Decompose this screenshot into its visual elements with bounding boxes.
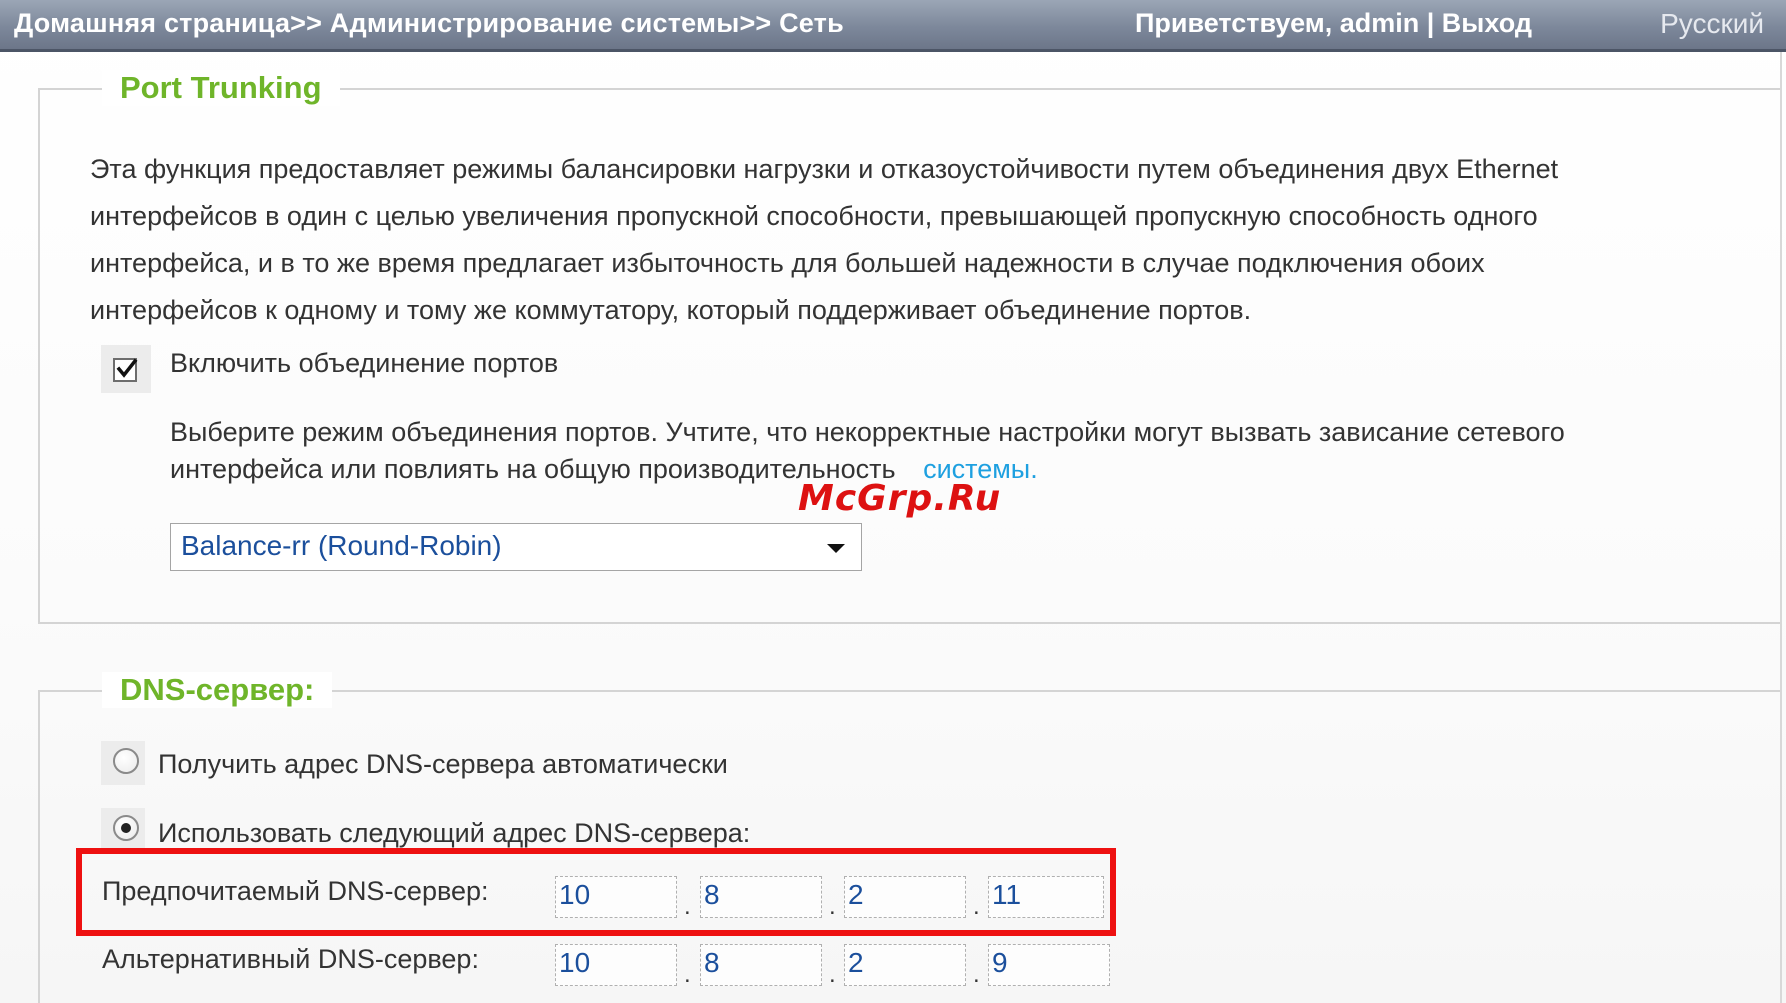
top-bar: Домашняя страница>> Администрирование си… bbox=[0, 0, 1786, 52]
preferred-dns-octet-4[interactable]: 11 bbox=[988, 876, 1104, 918]
alternate-dns-octet-2[interactable]: 8 bbox=[700, 944, 822, 986]
dns-server-title: DNS-сервер: bbox=[102, 672, 333, 708]
port-trunking-title: Port Trunking bbox=[102, 70, 340, 106]
preferred-dns-octet-1[interactable]: 10 bbox=[555, 876, 677, 918]
port-trunking-description-line-4: интерфейсов к одному и тому же коммутато… bbox=[90, 295, 1252, 325]
alternate-dns-octet-4[interactable]: 9 bbox=[988, 944, 1110, 986]
ip-separator: . bbox=[973, 893, 980, 920]
ip-separator: . bbox=[973, 961, 980, 988]
port-trunking-description-line-1: Эта функция предоставляет режимы баланси… bbox=[90, 154, 1559, 184]
user-greeting-logout[interactable]: Приветствуем, admin | Выход bbox=[1135, 8, 1532, 39]
trunking-mode-value: Balance-rr (Round-Robin) bbox=[181, 530, 502, 561]
dns-manual-label[interactable]: Использовать следующий адрес DNS-сервера… bbox=[158, 818, 750, 849]
ip-separator: . bbox=[684, 893, 691, 920]
alternate-dns-label: Альтернативный DNS-сервер: bbox=[102, 944, 479, 974]
radio-selected-dot bbox=[121, 823, 131, 833]
dns-auto-label[interactable]: Получить адрес DNS-сервера автоматически bbox=[158, 749, 728, 780]
ip-separator: . bbox=[684, 961, 691, 988]
alternate-dns-octet-3[interactable]: 2 bbox=[844, 944, 966, 986]
alternate-dns-octet-1[interactable]: 10 bbox=[555, 944, 677, 986]
preferred-dns-octet-2[interactable]: 8 bbox=[700, 876, 822, 918]
ip-separator: . bbox=[829, 961, 836, 988]
dns-auto-radio[interactable] bbox=[113, 748, 139, 774]
mode-hint-line-1: Выберите режим объединения портов. Учтит… bbox=[170, 417, 1565, 447]
language-selector[interactable]: Русский bbox=[1660, 8, 1764, 40]
port-trunking-description-line-3: интерфейса, и в то же время предлагает и… bbox=[90, 248, 1485, 278]
breadcrumb[interactable]: Домашняя страница>> Администрирование си… bbox=[14, 8, 844, 39]
checkmark-icon bbox=[116, 358, 138, 378]
dns-manual-radio[interactable] bbox=[113, 815, 139, 841]
mode-hint-line-2-text: интерфейса или повлиять на общую произво… bbox=[170, 454, 896, 484]
network-settings-page: Домашняя страница>> Администрирование си… bbox=[0, 0, 1786, 1003]
preferred-dns-octet-3[interactable]: 2 bbox=[844, 876, 966, 918]
preferred-dns-label: Предпочитаемый DNS-сервер: bbox=[102, 876, 489, 906]
ip-separator: . bbox=[829, 893, 836, 920]
port-trunking-description-line-2: интерфейсов в один с целью увеличения пр… bbox=[90, 201, 1538, 231]
page-right-border bbox=[1780, 52, 1782, 1003]
enable-port-trunking-label[interactable]: Включить объединение портов bbox=[170, 348, 558, 379]
trunking-mode-select[interactable]: Balance-rr (Round-Robin) bbox=[170, 523, 862, 571]
enable-port-trunking-checkbox[interactable] bbox=[113, 358, 138, 382]
chevron-down-icon[interactable] bbox=[821, 538, 851, 558]
watermark: McGrp.Ru bbox=[798, 478, 1002, 519]
